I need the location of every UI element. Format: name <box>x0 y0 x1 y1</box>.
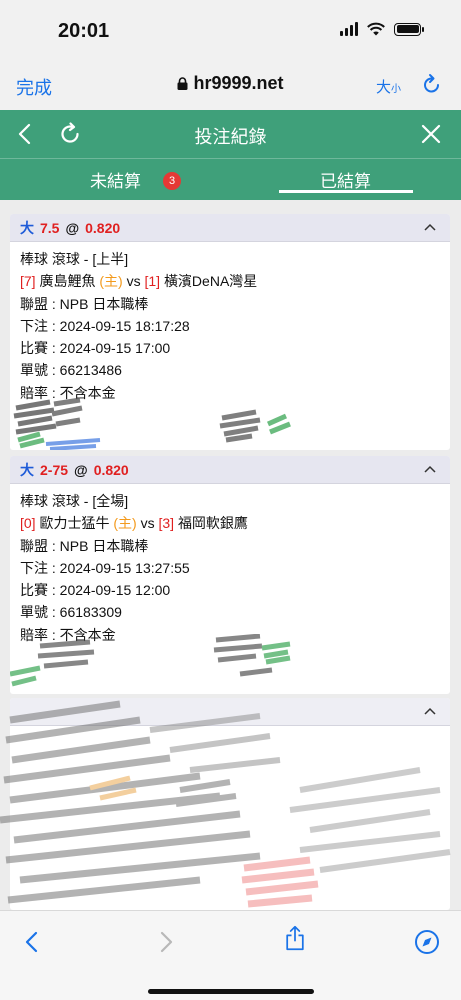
bet-line: 7.5 <box>40 219 60 236</box>
sport-line: 棒球 滾球 - [上半] <box>20 251 129 267</box>
browser-url-bar: 完成 hr9999.net 大小 <box>0 60 461 110</box>
tab-bar: 未結算 3 已結算 <box>0 158 461 200</box>
league: 聯盟 : NPB 日本職棒 <box>20 295 149 312</box>
reload-icon[interactable] <box>420 72 444 96</box>
status-icons <box>340 22 424 36</box>
bet-odds: 0.820 <box>93 461 129 478</box>
bet-card: 大 2-75 @ 0.820 棒球 滾球 - [全場] [0] 歐力士猛牛 (主… <box>10 456 450 694</box>
url-text: hr9999.net <box>193 73 284 93</box>
placed-time: 下注 : 2024-09-15 18:17:28 <box>20 317 190 334</box>
compass-icon[interactable] <box>414 929 440 955</box>
vs-label: vs <box>140 515 155 532</box>
chevron-up-icon[interactable] <box>424 223 436 231</box>
forward-arrow-icon[interactable] <box>152 929 178 955</box>
home-rank: [7] <box>20 273 36 290</box>
wifi-icon <box>367 22 385 36</box>
redaction-scribble <box>0 700 451 908</box>
at-symbol: @ <box>74 461 88 478</box>
bet-card-body: 棒球 滾球 - [全場] [0] 歐力士猛牛 (主) vs [3] 福岡軟銀鷹 … <box>10 484 450 646</box>
away-rank: [3] <box>158 515 175 532</box>
status-bar: 20:01 <box>0 0 461 60</box>
bet-line: 2-75 <box>40 461 69 478</box>
status-time: 20:01 <box>58 20 110 42</box>
away-rank: [1] <box>144 273 161 290</box>
home-tag: (主) <box>99 273 123 290</box>
text-size-button[interactable]: 大小 <box>376 76 401 97</box>
at-symbol: @ <box>65 219 80 236</box>
bet-card-body: 棒球 滾球 - [上半] [7] 廣島鯉魚 (主) vs [1] 橫濱DeNA灣… <box>10 242 450 404</box>
league: 聯盟 : NPB 日本職棒 <box>20 537 149 554</box>
bet-card-header[interactable]: 大 2-75 @ 0.820 <box>10 456 450 484</box>
redaction-scribble <box>10 634 291 687</box>
bet-type: 大 <box>20 461 34 478</box>
text-size-big: 大 <box>376 79 392 96</box>
app-header: 投注紀錄 <box>0 110 461 158</box>
close-icon[interactable] <box>419 122 443 146</box>
signal-icon <box>340 22 358 36</box>
ticket-number: 單號 : 66183309 <box>20 604 122 621</box>
browser-toolbar <box>0 910 461 1000</box>
back-arrow-icon[interactable] <box>20 929 46 955</box>
sport-line: 棒球 滾球 - [全場] <box>20 493 129 509</box>
active-tab-indicator <box>279 190 413 193</box>
bet-list: 大 7.5 @ 0.820 棒球 滾球 - [上半] [7] 廣島鯉魚 (主) … <box>0 200 461 910</box>
page-title: 投注紀錄 <box>194 127 267 147</box>
unsettled-count-badge: 3 <box>163 172 181 190</box>
matchup: [7] 廣島鯉魚 (主) vs [1] 橫濱DeNA灣星 <box>20 270 440 292</box>
lock-icon <box>177 77 188 90</box>
share-icon[interactable] <box>282 925 308 951</box>
redaction-scribble <box>13 397 291 450</box>
home-indicator <box>148 989 314 994</box>
bet-type: 大 <box>20 219 34 236</box>
tab-unsettled[interactable]: 未結算 <box>90 167 141 192</box>
bet-odds: 0.820 <box>85 219 121 236</box>
battery-icon <box>394 22 424 36</box>
ticket-number: 單號 : 66213486 <box>20 362 122 379</box>
vs-label: vs <box>126 273 141 290</box>
home-rank: [0] <box>20 515 36 532</box>
away-team: 福岡軟銀鷹 <box>177 515 248 532</box>
home-team: 歐力士猛牛 <box>39 515 110 532</box>
match-time: 比賽 : 2024-09-15 12:00 <box>20 582 171 599</box>
match-time: 比賽 : 2024-09-15 17:00 <box>20 340 171 357</box>
text-size-small: 小 <box>391 84 402 95</box>
away-team: 橫濱DeNA灣星 <box>163 273 258 290</box>
home-tag: (主) <box>113 515 137 532</box>
bet-card: 大 7.5 @ 0.820 棒球 滾球 - [上半] [7] 廣島鯉魚 (主) … <box>10 214 450 450</box>
chevron-up-icon[interactable] <box>424 465 436 473</box>
home-team: 廣島鯉魚 <box>39 273 96 290</box>
matchup: [0] 歐力士猛牛 (主) vs [3] 福岡軟銀鷹 <box>20 512 440 534</box>
tab-settled[interactable]: 已結算 <box>320 167 371 192</box>
placed-time: 下注 : 2024-09-15 13:27:55 <box>20 559 190 576</box>
bet-card-header[interactable]: 大 7.5 @ 0.820 <box>10 214 450 242</box>
